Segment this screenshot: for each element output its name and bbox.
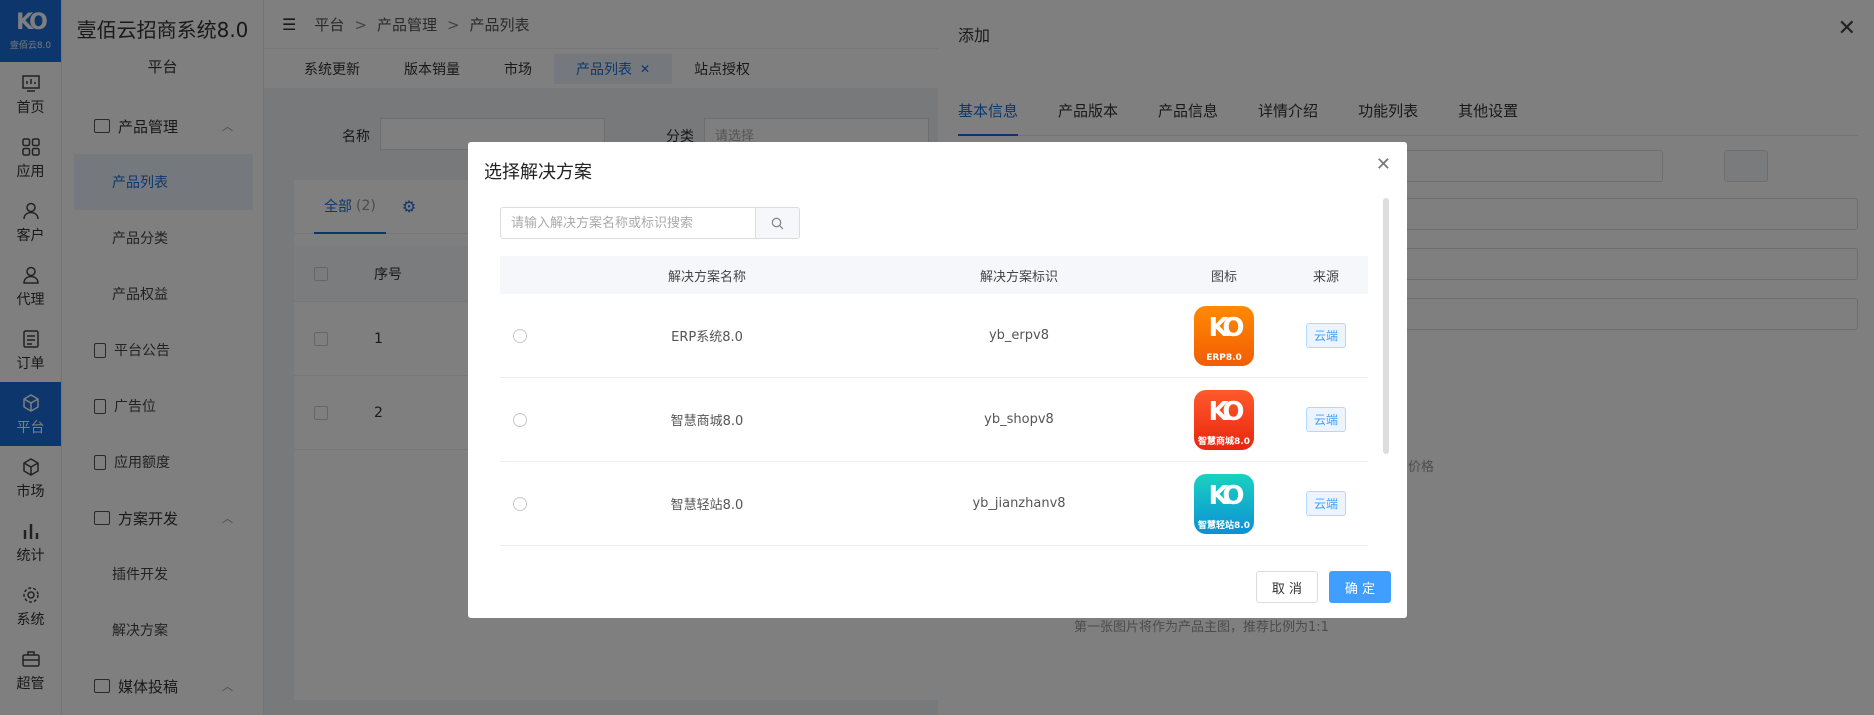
source-tag: 云端 bbox=[1305, 407, 1346, 432]
table-row[interactable]: 智慧商城8.0 yb_shopv8 KO 智慧商城8.0 云端 bbox=[500, 378, 1368, 462]
select-solution-modal: 选择解决方案 ✕ 解决方案名称 解决方案标识 图标 来源 ERP系统8.0 yb… bbox=[468, 142, 1407, 618]
modal-title: 选择解决方案 bbox=[484, 162, 592, 183]
brand-mark: KO bbox=[1208, 312, 1244, 343]
solution-icon-cell: KO 智慧轻站8.0 bbox=[1164, 473, 1284, 534]
name-column-header: 解决方案名称 bbox=[667, 269, 746, 285]
table-header: 解决方案名称 解决方案标识 图标 来源 bbox=[500, 256, 1368, 294]
icon-caption: 智慧商城8.0 bbox=[1198, 436, 1250, 447]
solution-icon-cell: KO ERP8.0 bbox=[1164, 305, 1284, 366]
solution-table: 解决方案名称 解决方案标识 图标 来源 ERP系统8.0 yb_erpv8 KO… bbox=[500, 256, 1368, 546]
confirm-button[interactable]: 确 定 bbox=[1329, 571, 1391, 603]
source-tag: 云端 bbox=[1305, 323, 1346, 348]
row-radio-cell bbox=[500, 328, 540, 343]
source-tag: 云端 bbox=[1305, 491, 1346, 516]
close-icon[interactable]: ✕ bbox=[1376, 154, 1391, 175]
site-app-icon: KO 智慧轻站8.0 bbox=[1194, 473, 1254, 534]
icon-column-header: 图标 bbox=[1210, 269, 1237, 285]
erp-app-icon: KO ERP8.0 bbox=[1194, 305, 1254, 366]
search-icon[interactable] bbox=[755, 207, 800, 239]
solution-key: yb_jianzhanv8 bbox=[972, 496, 1066, 511]
solution-name: 智慧商城8.0 bbox=[670, 414, 744, 429]
source-cell: 云端 bbox=[1284, 491, 1368, 516]
solution-name: 智慧轻站8.0 bbox=[670, 498, 744, 513]
row-radio-cell bbox=[500, 496, 540, 511]
solution-key: yb_shopv8 bbox=[984, 412, 1054, 427]
brand-mark: KO bbox=[1208, 396, 1244, 427]
row-radio[interactable] bbox=[513, 496, 527, 511]
search-input[interactable] bbox=[500, 207, 756, 239]
icon-caption: ERP8.0 bbox=[1206, 352, 1242, 363]
icon-caption: 智慧轻站8.0 bbox=[1198, 520, 1250, 531]
scrollbar[interactable] bbox=[1383, 198, 1389, 454]
table-row[interactable]: 智慧轻站8.0 yb_jianzhanv8 KO 智慧轻站8.0 云端 bbox=[500, 462, 1368, 546]
source-column-header: 来源 bbox=[1312, 269, 1339, 285]
shop-app-icon: KO 智慧商城8.0 bbox=[1194, 389, 1254, 450]
cancel-button[interactable]: 取 消 bbox=[1256, 571, 1318, 603]
source-cell: 云端 bbox=[1284, 323, 1368, 348]
solution-icon-cell: KO 智慧商城8.0 bbox=[1164, 389, 1284, 450]
brand-mark: KO bbox=[1208, 480, 1244, 511]
solution-key: yb_erpv8 bbox=[988, 328, 1049, 343]
row-radio[interactable] bbox=[513, 328, 527, 343]
table-row[interactable]: ERP系统8.0 yb_erpv8 KO ERP8.0 云端 bbox=[500, 294, 1368, 378]
solution-search bbox=[500, 207, 800, 239]
row-radio[interactable] bbox=[513, 412, 527, 427]
solution-name: ERP系统8.0 bbox=[671, 330, 743, 345]
source-cell: 云端 bbox=[1284, 407, 1368, 432]
app-root: KO 壹佰云8.0 首页 应用 客户 代理 订单 平台 市场 bbox=[0, 0, 1874, 715]
key-column-header: 解决方案标识 bbox=[979, 269, 1058, 285]
row-radio-cell bbox=[500, 412, 540, 427]
